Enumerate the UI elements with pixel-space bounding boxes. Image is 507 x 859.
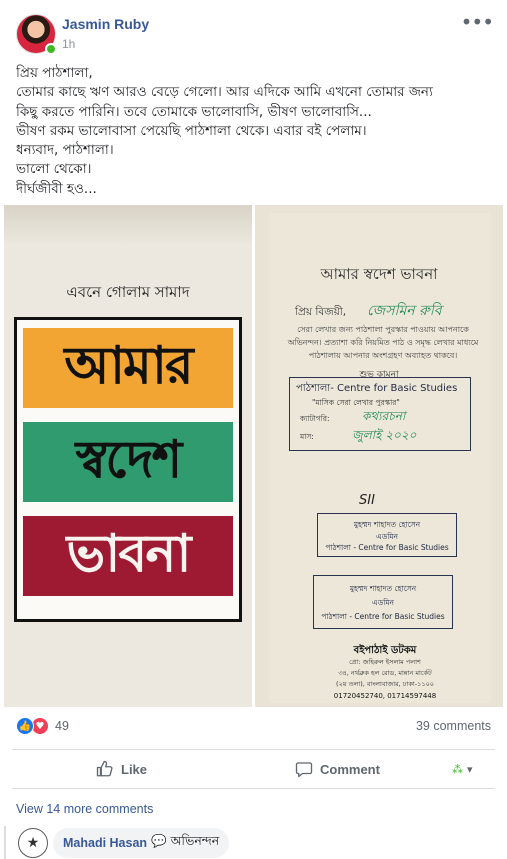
post-text-line: তোমার কাছে ঋণ আরও বেড়ে গেলো। আর এদিকে আ… [16,84,433,101]
comment-bubble: Mahadi Hasan 💬 অভিনন্দন [53,828,230,858]
post-body: প্রিয় পাঠশালা, তোমার কাছে ঋণ আরও বেড়ে … [16,64,494,199]
stamp-month: জুলাই ২০২০ [352,428,417,442]
award-stamp: পাঠশালা- Centre for Basic Studies "মাসিক… [289,377,471,451]
admin-seal: মুহম্মদ শাহাদত হোসেন এডমিন পাঠশালা - Cen… [313,575,453,629]
thumbs-up-icon [96,760,113,777]
reaction-stats: 👍 ♥ 49 39 comments [0,707,507,745]
publisher-address: ৩৪, নর্থব্রুক হল রোড, মান্নান মার্কেট [338,669,432,677]
author-name[interactable]: Jasmin Ruby [62,16,149,32]
comment-item: ★ Mahadi Hasan 💬 অভিনন্দন [0,826,507,859]
book-title-word: আমার [23,328,233,408]
comment-count[interactable]: 39 comments [416,719,491,733]
post-text-line: ধন্যবাদ, পাঠশালা। [16,142,114,159]
book-title-word: স্বদেশ [23,422,233,502]
like-button[interactable]: Like [96,750,147,788]
post-text-line: কিছু করতে পারিনি। তবে তোমাকে ভালোবাসি, ভ… [16,103,372,120]
post-header: Jasmin Ruby 1h ••• [0,0,507,60]
action-bar: Like Comment ⁂ ▾ [12,749,495,789]
signature: SII [359,493,375,508]
commenter-name[interactable]: Mahadi Hasan [63,836,147,850]
chevron-down-icon: ▾ [467,763,473,776]
commenter-avatar[interactable]: ★ [18,828,48,858]
admin-seal: মুহম্মদ শাহাদত হোসেন এডমিন পাঠশালা - Cen… [317,513,457,557]
book-cover-photo[interactable]: এবনে গোলাম সামাদ আমার স্বদেশ ভাবনা [4,205,252,707]
seal-name: মুহম্মদ শাহাদত হোসেন [349,584,417,593]
view-more-comments-link[interactable]: View 14 more comments [16,802,153,816]
publisher-address: (২য় তলা), বাংলাবাজার, ঢাকা-১১০০ [335,680,435,688]
comment-label: Comment [320,761,380,777]
book-edge [4,205,252,245]
seal-org: পাঠশালা - Centre for Basic Studies [321,612,445,621]
stamp-month-label: মাস: [300,432,314,441]
post-text-line: প্রিয় পাঠশালা, [16,65,93,81]
comment-button[interactable]: Comment [295,750,380,788]
online-status-icon [45,43,57,55]
publisher-phone: 01720452740, 01714597448 [333,692,437,700]
photo-grid: এবনে গোলাম সামাদ আমার স্বদেশ ভাবনা আমার … [0,205,507,707]
like-reaction-icon[interactable]: 👍 [16,717,34,735]
certificate-photo[interactable]: আমার স্বদেশ ভাবনা প্রিয় বিজয়ী, জেসমিন … [255,205,503,707]
seal-name: মুহম্মদ শাহাদত হোসেন [353,520,421,529]
post-timestamp[interactable]: 1h [62,37,75,51]
stamp-category-label: ক্যাটাগরি: [300,414,330,423]
like-label: Like [121,761,148,777]
publisher-owner: প্রো: জহিরুল ইসলাম পলাশ [349,658,421,666]
comment-text: 💬 অভিনন্দন [151,833,220,848]
post-text-line: দীর্ঘজীবী হও... [16,180,97,197]
book-author: এবনে গোলাম সামাদ [66,283,190,301]
certificate-body: সেরা লেখার জন্য পাঠশালা পুরস্কার পাওয়ায… [287,325,479,360]
more-options-icon[interactable]: ••• [461,12,494,32]
book-title-word: ভাবনা [23,516,233,596]
certificate-book-title: আমার স্বদেশ ভাবনা [320,265,438,283]
seal-org: পাঠশালা - Centre for Basic Studies [325,543,449,552]
book-title-frame: আমার স্বদেশ ভাবনা [14,317,242,622]
stamp-category: কথ্যরচনা [362,409,406,423]
stamp-org: পাঠশালা- Centre for Basic Studies [296,383,458,394]
audience-selector[interactable]: ⁂ ▾ [452,750,473,788]
seal-role: এডমিন [371,598,394,607]
reaction-count[interactable]: 49 [55,719,69,733]
comment-icon [295,762,313,778]
audience-icon: ⁂ [452,763,463,776]
post-text-line: ভীষণ রকম ভালোবাসা পেয়েছি পাঠশালা থেকে। … [16,122,367,139]
post-text-line: ভালো থেকো। [16,161,92,178]
certificate-winner-name: জেসমিন রুবি [367,303,442,319]
certificate-salutation: প্রিয় বিজয়ী, [295,306,347,318]
